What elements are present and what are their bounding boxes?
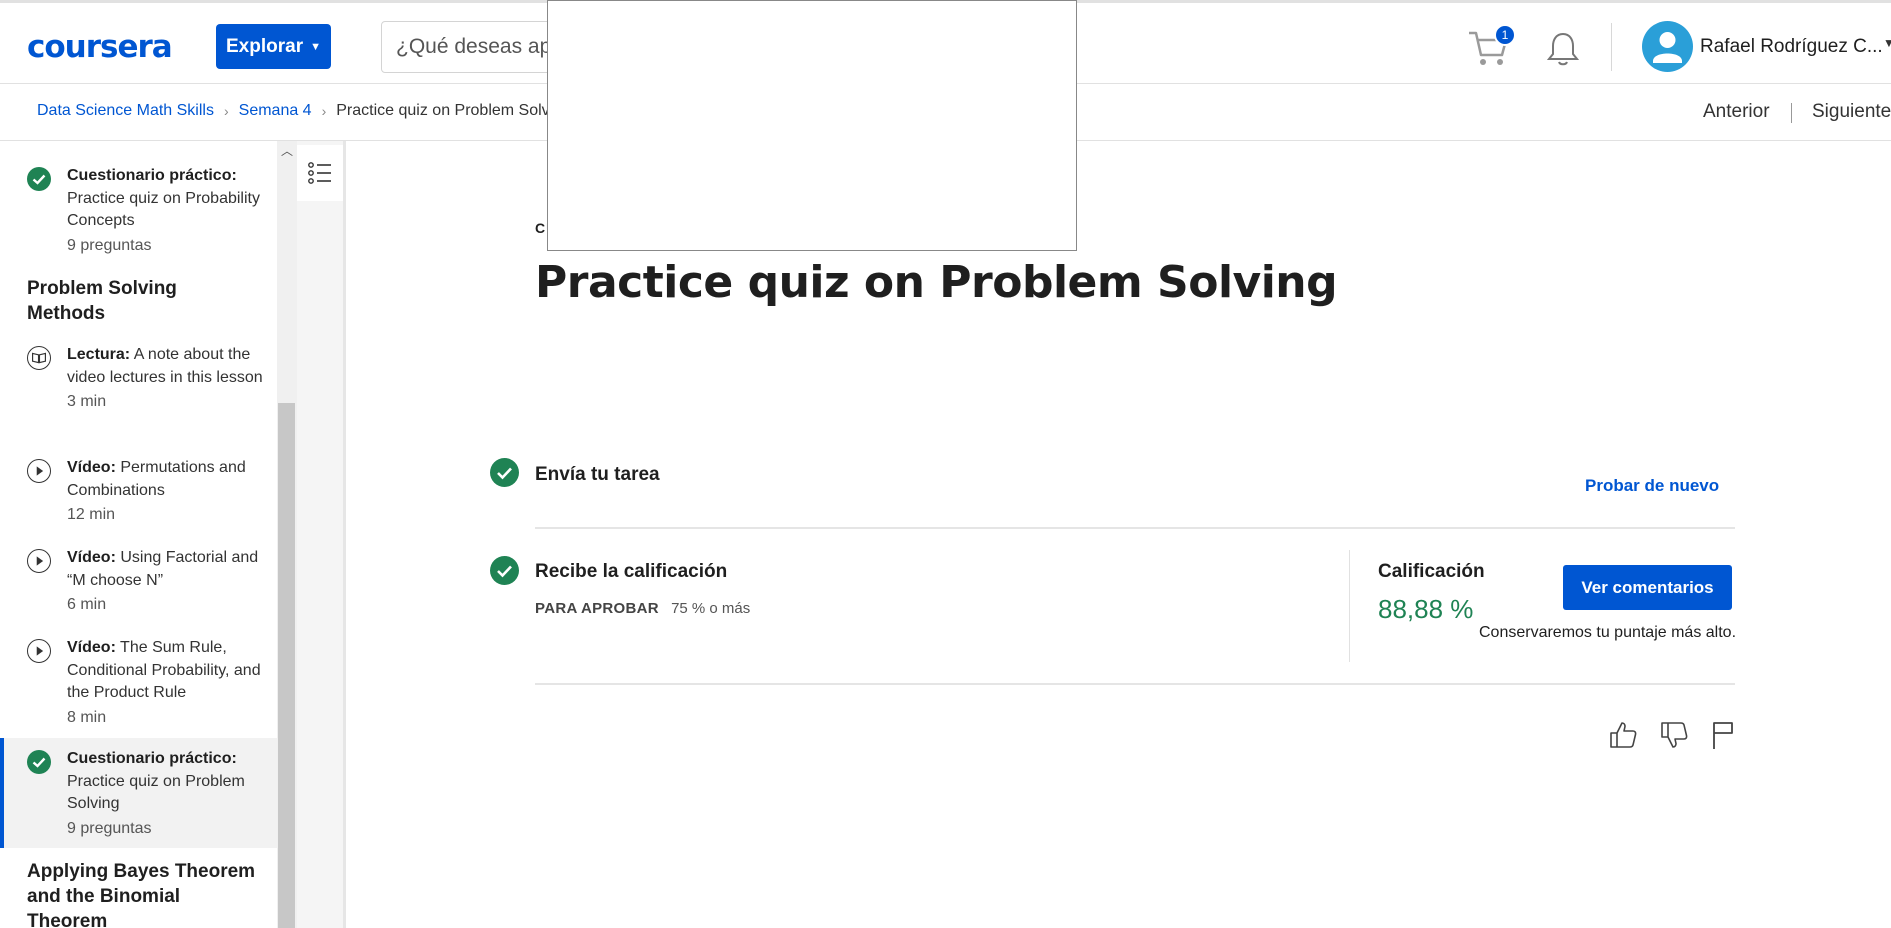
sidebar-item-title: Practice quiz on Problem Solving bbox=[67, 772, 245, 813]
sidebar-section-title: Problem Solving Methods bbox=[27, 278, 177, 324]
sidebar-item[interactable]: Vídeo: The Sum Rule, Conditional Probabi… bbox=[0, 637, 277, 732]
grade-value: 88,88 % bbox=[1378, 594, 1474, 624]
sidebar-item-text: Cuestionario práctico: Practice quiz on … bbox=[67, 748, 267, 840]
section-divider bbox=[535, 527, 1735, 529]
book-icon bbox=[27, 346, 51, 370]
pass-value: 75 % o más bbox=[671, 600, 751, 617]
course-sidebar: Cuestionario práctico: Practice quiz on … bbox=[0, 141, 277, 928]
grade-label: Calificación bbox=[1378, 561, 1485, 582]
sidebar-item-active[interactable]: Cuestionario práctico: Practice quiz on … bbox=[0, 738, 277, 848]
sidebar-item-meta: 12 min bbox=[67, 506, 116, 523]
toc-toggle-button[interactable] bbox=[297, 145, 343, 201]
step-submit-title: Envía tu tarea bbox=[535, 464, 660, 485]
thumbs-down-icon[interactable] bbox=[1659, 719, 1689, 751]
retry-link[interactable]: Probar de nuevo bbox=[1585, 476, 1719, 496]
sidebar-item[interactable]: Vídeo: Using Factorial and “M choose N” … bbox=[0, 547, 277, 622]
sidebar-item-meta: 8 min bbox=[67, 708, 107, 726]
explore-button-label: Explorar bbox=[226, 35, 304, 57]
header-divider bbox=[1611, 23, 1612, 71]
notification-bell-icon[interactable] bbox=[1547, 31, 1579, 67]
coursera-logo[interactable]: coursera bbox=[27, 29, 173, 65]
list-icon bbox=[308, 162, 331, 184]
page-title: Practice quiz on Problem Solving bbox=[535, 257, 1338, 308]
breadcrumb-course[interactable]: Data Science Math Skills bbox=[37, 102, 214, 120]
passing-requirement: PARA APROBAR 75 % o más bbox=[535, 600, 750, 617]
section-divider bbox=[535, 683, 1735, 685]
breadcrumb: Data Science Math Skills › Semana 4 › Pr… bbox=[37, 102, 571, 120]
sidebar-item-type: Vídeo: bbox=[67, 459, 116, 476]
search-placeholder: ¿Qué deseas apr bbox=[396, 35, 559, 58]
sidebar-item-text: Vídeo: The Sum Rule, Conditional Probabi… bbox=[67, 637, 267, 729]
play-circle-icon bbox=[27, 549, 51, 573]
chevron-down-icon[interactable]: ▼ bbox=[1883, 36, 1891, 50]
chevron-down-icon: ▼ bbox=[310, 40, 321, 53]
sidebar-item-type: Vídeo: bbox=[67, 549, 116, 566]
nav-divider bbox=[1791, 103, 1792, 123]
next-link[interactable]: Siguiente bbox=[1812, 101, 1891, 123]
view-feedback-button[interactable]: Ver comentarios bbox=[1563, 565, 1732, 610]
check-circle-icon bbox=[27, 750, 51, 774]
sidebar-item-type: Cuestionario práctico: bbox=[67, 750, 237, 767]
sidebar-item-meta: 6 min bbox=[67, 596, 107, 613]
avatar[interactable] bbox=[1642, 21, 1693, 72]
check-circle-icon bbox=[490, 458, 519, 487]
sidebar-item[interactable]: Lectura: A note about the video lectures… bbox=[0, 344, 277, 434]
sidebar-item-text: Cuestionario práctico: Practice quiz on … bbox=[67, 165, 267, 257]
sidebar-item-text: Vídeo: Using Factorial and “M choose N” … bbox=[67, 547, 267, 617]
check-circle-icon bbox=[490, 556, 519, 585]
thumbs-up-icon[interactable] bbox=[1608, 719, 1638, 751]
sidebar-toggle-panel bbox=[297, 141, 346, 928]
sidebar-item-text: Lectura: A note about the video lectures… bbox=[67, 344, 267, 414]
blank-popup-overlay bbox=[547, 0, 1077, 251]
sidebar-item-type: Cuestionario práctico: bbox=[67, 167, 237, 184]
chevron-right-icon: › bbox=[223, 103, 229, 119]
chevron-right-icon: › bbox=[321, 103, 327, 119]
step-grade-title: Recibe la calificación bbox=[535, 561, 728, 582]
grade-divider bbox=[1349, 550, 1350, 662]
chevron-up-icon[interactable]: ︿ bbox=[281, 142, 293, 159]
sidebar-item-type: Vídeo: bbox=[67, 639, 116, 656]
explore-button[interactable]: Explorar ▼ bbox=[216, 24, 331, 69]
user-icon bbox=[1653, 32, 1682, 63]
play-circle-icon bbox=[27, 459, 51, 483]
sidebar-item-title: Practice quiz on Probability Concepts bbox=[67, 189, 260, 230]
sidebar-item[interactable]: Vídeo: Permutations and Combinations 12 … bbox=[0, 457, 277, 532]
user-name[interactable]: Rafael Rodríguez C... bbox=[1700, 36, 1883, 58]
cart-count-badge: 1 bbox=[1494, 24, 1516, 46]
sidebar-item-meta: 9 preguntas bbox=[67, 819, 152, 837]
pass-label: PARA APROBAR bbox=[535, 600, 659, 617]
sidebar-scrollbar-thumb[interactable] bbox=[278, 403, 295, 928]
sidebar-item[interactable]: Cuestionario práctico: Practice quiz on … bbox=[0, 165, 277, 265]
highest-score-note: Conservaremos tu puntaje más alto. bbox=[1479, 624, 1737, 641]
sidebar-item-text: Vídeo: Permutations and Combinations 12 … bbox=[67, 457, 267, 527]
sidebar-section-title: Applying Bayes Theorem and the Binomial … bbox=[27, 861, 256, 928]
play-circle-icon bbox=[27, 639, 51, 663]
sidebar-item-type: Lectura: bbox=[67, 346, 131, 363]
sidebar-item-meta: 9 preguntas bbox=[67, 236, 152, 254]
check-circle-icon bbox=[27, 167, 51, 191]
sidebar-item-meta: 3 min bbox=[67, 393, 107, 410]
breadcrumb-week[interactable]: Semana 4 bbox=[239, 102, 312, 120]
breadcrumb-current: Practice quiz on Problem Solving bbox=[336, 102, 572, 119]
flag-icon[interactable] bbox=[1708, 719, 1738, 751]
previous-link[interactable]: Anterior bbox=[1703, 101, 1770, 123]
